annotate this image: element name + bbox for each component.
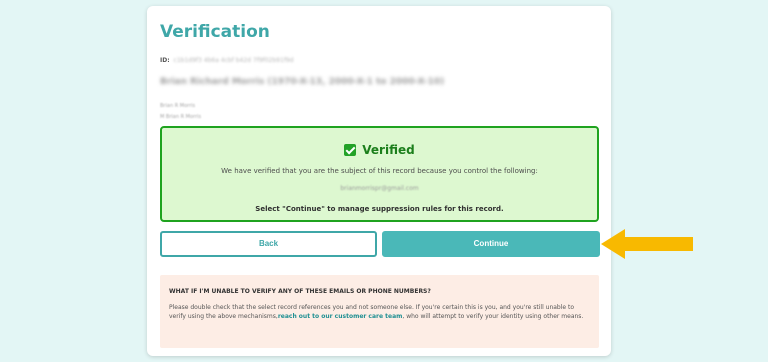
arrow-head (601, 229, 625, 259)
record-title: Brian Richard Morris (1970-X-13, 2000-X-… (160, 77, 445, 87)
continue-button[interactable]: Continue (382, 231, 600, 257)
back-button[interactable]: Back (160, 231, 377, 257)
verified-title: Verified (362, 143, 415, 157)
page-title: Verification (160, 22, 270, 42)
help-body-suffix: , who will attempt to verify your identi… (402, 313, 584, 320)
arrow-left-icon (601, 229, 693, 259)
verification-card: Verification ID: c1b1d9f3 4b6a 4cbf b42d… (147, 6, 611, 356)
check-box-icon (344, 144, 357, 156)
record-id: ID: c1b1d9f3 4b6a 4cbf b42d 7f9f02b91f9d (160, 57, 294, 65)
verified-panel: Verified We have verified that you are t… (160, 126, 599, 222)
help-body: Please double check that the select reco… (169, 303, 587, 321)
customer-care-link[interactable]: reach out to our customer care team (278, 313, 403, 320)
verification-page: Verification ID: c1b1d9f3 4b6a 4cbf b42d… (0, 0, 768, 362)
record-id-value: c1b1d9f3 4b6a 4cbf b42d 7f9f02b91f9d (173, 57, 294, 64)
record-alias: M Brian R Morris (160, 114, 202, 120)
verified-email: brianmorrispr@gmail.com (340, 185, 419, 192)
continue-instruction: Select "Continue" to manage suppression … (255, 205, 504, 213)
arrow-shaft (623, 237, 693, 251)
record-id-label: ID: (160, 57, 170, 64)
help-heading: WHAT IF I'M UNABLE TO VERIFY ANY OF THES… (169, 288, 431, 295)
help-panel: WHAT IF I'M UNABLE TO VERIFY ANY OF THES… (160, 275, 599, 348)
verified-heading: Verified (162, 143, 597, 157)
record-alias: Brian R Morris (160, 103, 196, 109)
verified-message: We have verified that you are the subjec… (221, 167, 538, 175)
